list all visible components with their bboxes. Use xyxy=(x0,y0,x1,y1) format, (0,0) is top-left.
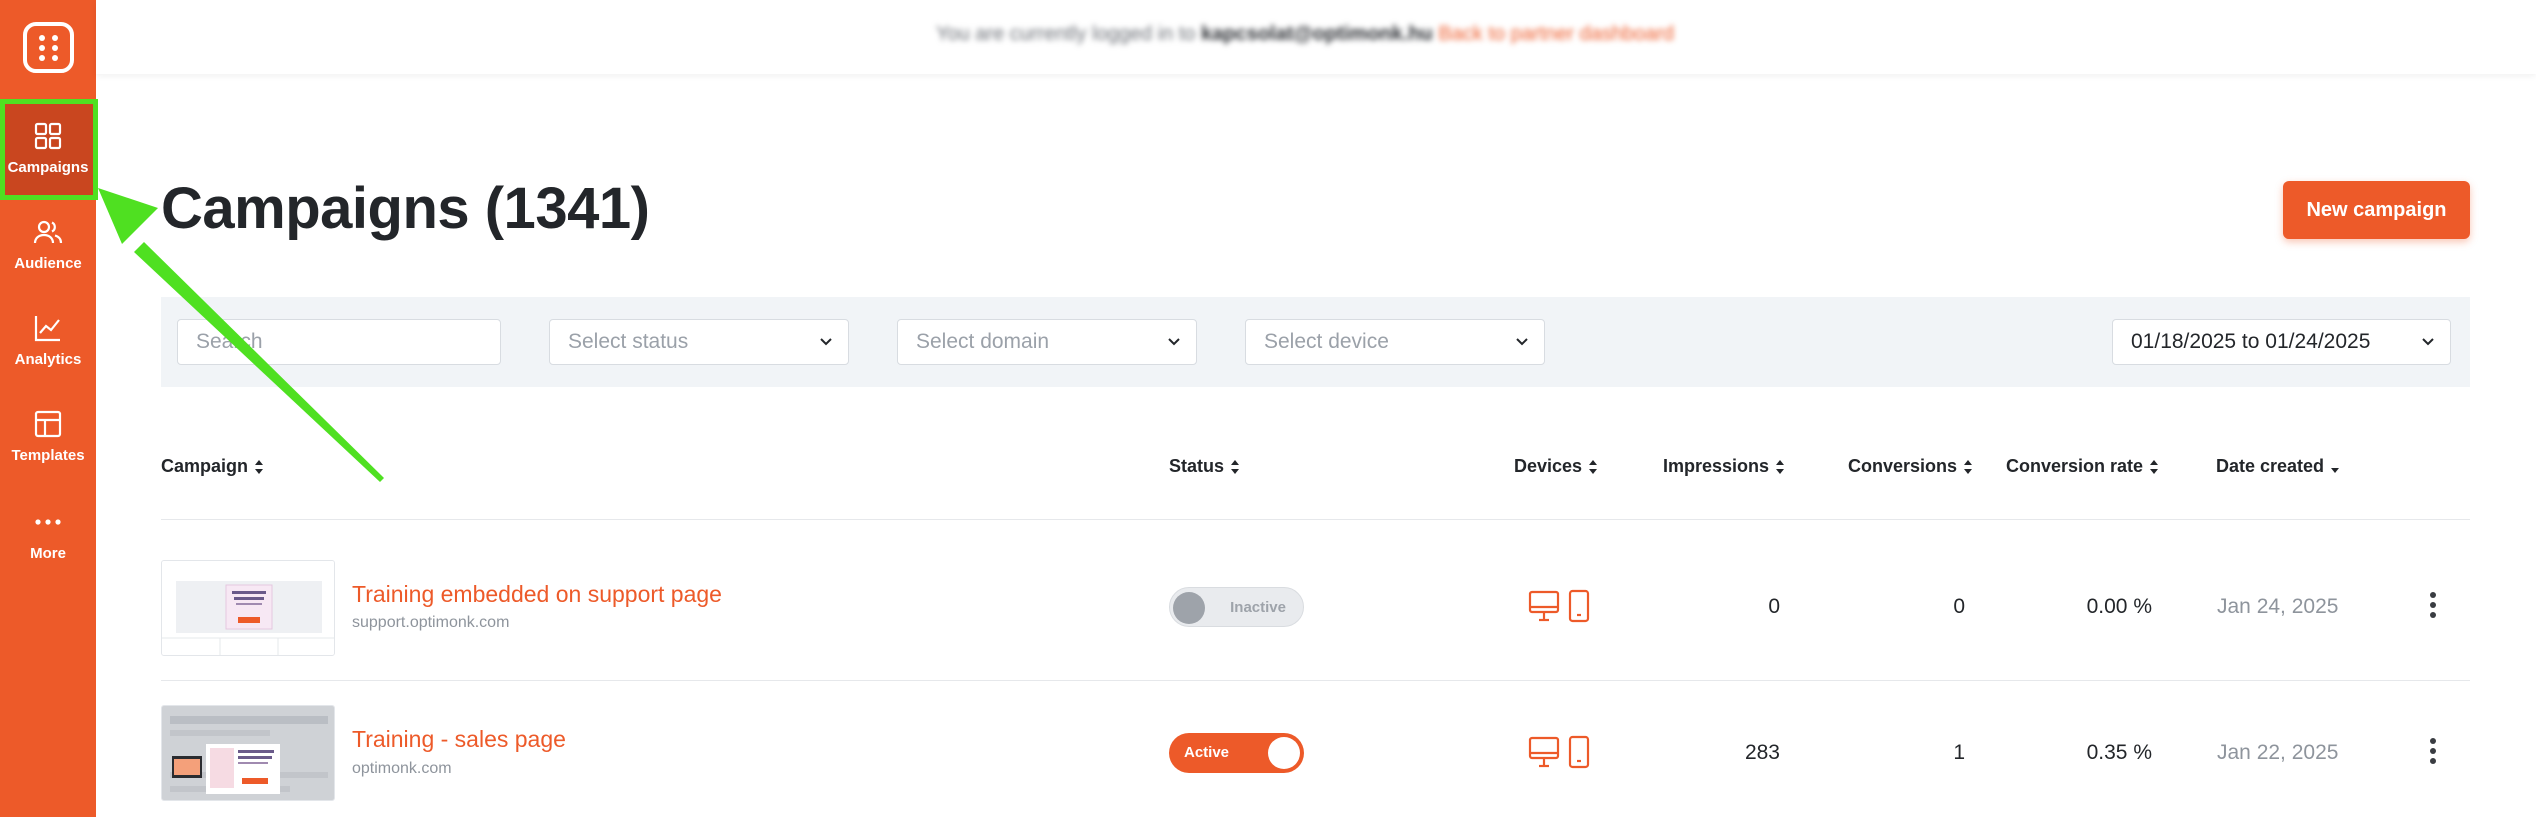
sidebar-item-analytics[interactable]: Analytics xyxy=(0,293,96,389)
login-banner: You are currently logged in to kapcsolat… xyxy=(96,0,2536,74)
chevron-down-icon xyxy=(820,338,832,346)
date-range-picker[interactable]: 01/18/2025 to 01/24/2025 xyxy=(2112,319,2451,365)
column-header-impressions[interactable]: Impressions xyxy=(1663,456,1785,477)
impressions-value: 283 xyxy=(1744,741,1780,764)
device-icons xyxy=(1528,589,1598,625)
sidebar-item-templates[interactable]: Templates xyxy=(0,389,96,485)
device-select[interactable]: Select device xyxy=(1245,319,1545,365)
campaign-name-link[interactable]: Training - sales page xyxy=(352,726,566,753)
campaign-name-link[interactable]: Training embedded on support page xyxy=(352,581,722,608)
divider xyxy=(161,519,2470,520)
status-toggle[interactable]: Active xyxy=(1169,733,1304,773)
layout-icon xyxy=(34,410,62,438)
column-header-label: Conversions xyxy=(1848,456,1958,476)
row-actions-menu-icon[interactable] xyxy=(2425,592,2441,626)
column-header-label: Status xyxy=(1169,456,1225,476)
campaign-preview-image xyxy=(162,561,334,655)
optimonk-logo[interactable] xyxy=(23,22,74,73)
campaign-preview-image xyxy=(162,706,334,800)
column-header-label: Campaign xyxy=(161,456,249,476)
chart-icon xyxy=(34,316,60,342)
sort-icon xyxy=(1776,459,1785,474)
search-input[interactable] xyxy=(196,330,500,354)
column-header-campaign[interactable]: Campaign xyxy=(161,456,264,477)
sidebar-item-more[interactable]: More xyxy=(0,487,96,583)
toggle-knob xyxy=(1173,592,1205,624)
page-title: Campaigns (1341) xyxy=(161,176,650,241)
status-toggle-label: Inactive xyxy=(1230,599,1286,616)
filter-bar: Select status Select domain Select devic… xyxy=(161,297,2470,387)
sort-desc-icon xyxy=(2331,467,2340,473)
sidebar-item-label: Templates xyxy=(11,447,85,464)
domain-select[interactable]: Select domain xyxy=(897,319,1197,365)
desktop-icon xyxy=(1528,736,1560,768)
sidebar-item-audience[interactable]: Audience xyxy=(0,197,96,293)
mobile-icon xyxy=(1568,735,1590,769)
column-header-label: Date created xyxy=(2216,456,2325,476)
logo-dots-icon xyxy=(39,35,59,61)
conversions-value: 0 xyxy=(1953,595,1965,618)
login-banner-prefix: You are currently logged in to xyxy=(936,23,1196,45)
column-header-label: Conversion rate xyxy=(2006,456,2144,476)
row-actions-menu-icon[interactable] xyxy=(2425,738,2441,772)
status-toggle-label: Active xyxy=(1184,744,1230,761)
device-select-placeholder: Select device xyxy=(1264,330,1389,353)
column-header-label: Devices xyxy=(1514,456,1583,476)
highlight-box xyxy=(0,99,98,200)
divider xyxy=(161,680,2470,681)
chevron-down-icon xyxy=(2422,338,2434,346)
sort-icon xyxy=(255,459,264,474)
mobile-icon xyxy=(1568,589,1590,623)
users-icon xyxy=(33,220,63,244)
sidebar: Campaigns Audience Analytics Templates M… xyxy=(0,0,98,817)
conversion-rate-value: 0.35 % xyxy=(2086,741,2152,764)
column-header-devices[interactable]: Devices xyxy=(1514,456,1598,477)
sort-icon xyxy=(1964,459,1973,474)
column-header-conversion-rate[interactable]: Conversion rate xyxy=(2006,456,2159,477)
column-header-status[interactable]: Status xyxy=(1169,456,1240,477)
column-header-date-created[interactable]: Date created xyxy=(2216,456,2340,477)
device-icons xyxy=(1528,735,1598,771)
back-to-partner-link[interactable]: Back to partner dashboard xyxy=(1438,23,1674,45)
toggle-knob xyxy=(1268,737,1300,769)
column-header-label: Impressions xyxy=(1663,456,1770,476)
sort-icon xyxy=(2150,459,2159,474)
status-select-placeholder: Select status xyxy=(568,330,689,353)
new-campaign-button[interactable]: New campaign xyxy=(2283,181,2470,239)
sidebar-item-label: Analytics xyxy=(14,351,82,368)
chevron-down-icon xyxy=(1168,338,1180,346)
status-select[interactable]: Select status xyxy=(549,319,849,365)
conversions-value: 1 xyxy=(1953,741,1965,764)
desktop-icon xyxy=(1528,590,1560,622)
campaign-domain: support.optimonk.com xyxy=(352,614,510,631)
campaign-thumbnail[interactable] xyxy=(161,705,335,801)
more-dots-icon xyxy=(35,519,61,525)
chevron-down-icon xyxy=(1516,338,1528,346)
date-created-value: Jan 22, 2025 xyxy=(2217,741,2339,764)
impressions-value: 0 xyxy=(1768,595,1780,618)
conversion-rate-value: 0.00 % xyxy=(2086,595,2152,618)
search-field[interactable] xyxy=(177,319,501,365)
status-toggle[interactable]: Inactive xyxy=(1169,587,1304,627)
sort-icon xyxy=(1589,459,1598,474)
date-range-value: 01/18/2025 to 01/24/2025 xyxy=(2131,330,2371,353)
login-banner-email: kapcsolat@optimonk.hu xyxy=(1201,23,1433,45)
login-banner-text: You are currently logged in to kapcsolat… xyxy=(936,23,1674,46)
sort-icon xyxy=(1231,459,1240,474)
sidebar-item-label: Audience xyxy=(14,255,82,272)
domain-select-placeholder: Select domain xyxy=(916,330,1050,353)
column-header-conversions[interactable]: Conversions xyxy=(1848,456,1973,477)
sidebar-item-label: More xyxy=(30,545,66,562)
campaign-thumbnail[interactable] xyxy=(161,560,335,656)
campaign-domain: optimonk.com xyxy=(352,760,452,777)
date-created-value: Jan 24, 2025 xyxy=(2217,595,2339,618)
